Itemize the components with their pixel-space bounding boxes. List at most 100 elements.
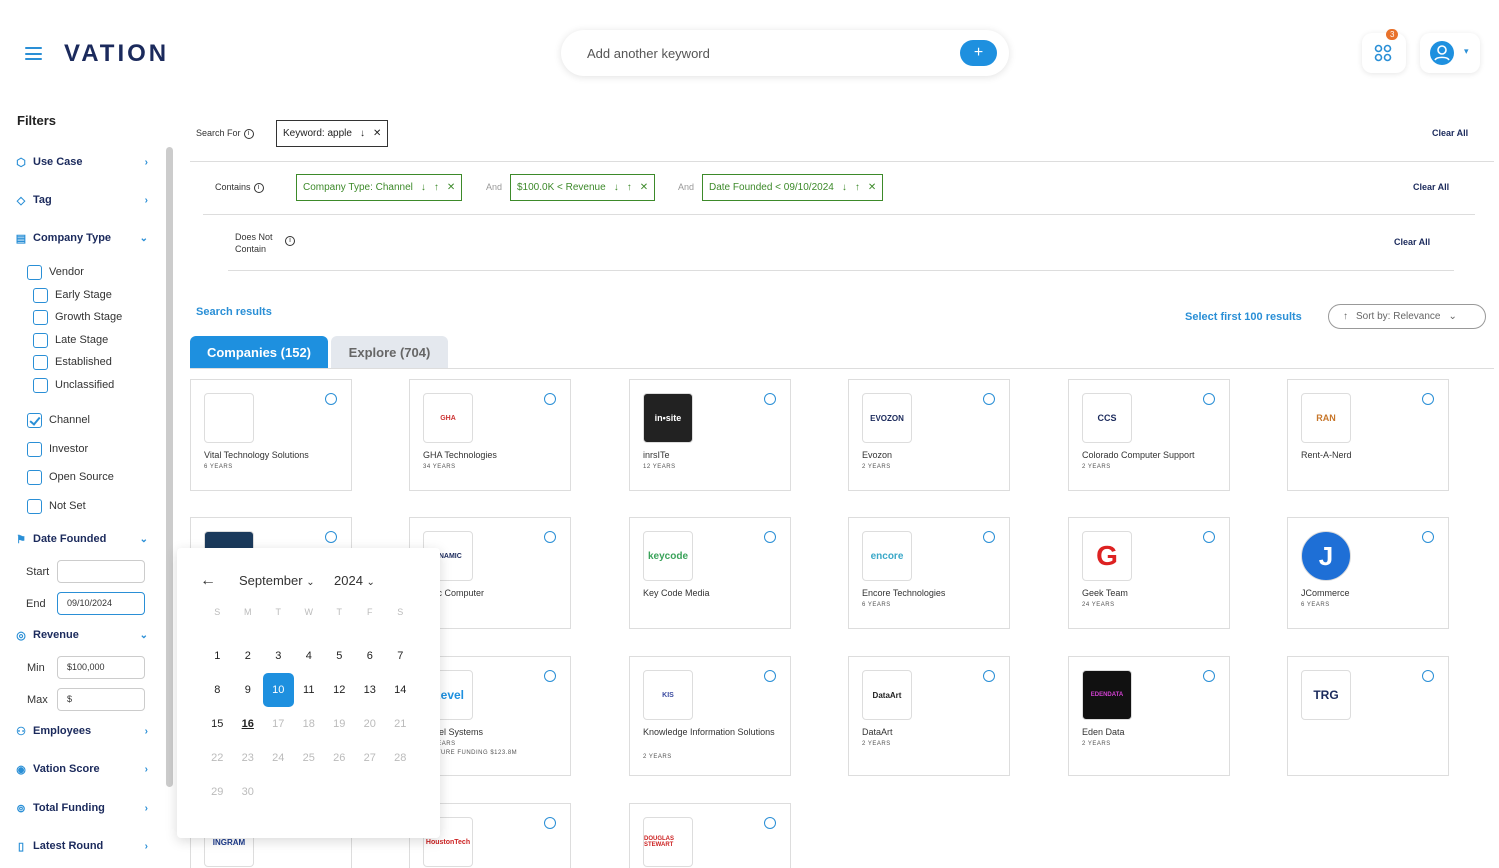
select-radio[interactable] xyxy=(764,531,776,543)
select-radio[interactable] xyxy=(1422,531,1434,543)
checkbox-established[interactable]: Established xyxy=(33,353,153,371)
checkbox[interactable] xyxy=(33,332,48,348)
tab-explore[interactable]: Explore (704) xyxy=(331,336,448,368)
arrow-up-icon[interactable]: ↑ xyxy=(434,182,439,193)
calendar-day[interactable]: 10 xyxy=(263,673,294,707)
arrow-down-icon[interactable]: ↓ xyxy=(360,128,365,139)
revenue-section[interactable]: ◎ Revenue ⌄ xyxy=(14,625,148,645)
checkbox[interactable] xyxy=(27,469,42,485)
sidebar-scrollbar[interactable] xyxy=(166,147,173,787)
keyword-search-input[interactable] xyxy=(587,30,947,76)
calendar-day[interactable]: 4 xyxy=(294,639,325,673)
checkbox-vendor[interactable]: Vendor xyxy=(27,263,147,281)
select-radio[interactable] xyxy=(544,670,556,682)
notifications-button[interactable]: 3 xyxy=(1362,29,1406,73)
company-card[interactable]: EVOZON Evozon 2 YEARS xyxy=(848,379,1010,491)
calendar-day[interactable]: 6 xyxy=(355,639,386,673)
company-card[interactable]: KIS Knowledge Information Solutions 2 YEAR… xyxy=(629,656,791,776)
checkbox-investor[interactable]: Investor xyxy=(27,440,147,458)
calendar-day[interactable]: 11 xyxy=(294,673,325,707)
company-type-section[interactable]: ▤ Company Type ⌄ xyxy=(14,228,148,248)
calendar-day[interactable]: 8 xyxy=(202,673,233,707)
checkbox-checked[interactable] xyxy=(27,412,42,428)
calendar-day[interactable]: 16 xyxy=(233,707,264,741)
user-menu-button[interactable]: ▾ xyxy=(1420,33,1480,73)
calendar-day[interactable]: 13 xyxy=(355,673,386,707)
keyword-chip[interactable]: Keyword: apple ↓ ✕ xyxy=(276,120,389,147)
select-radio[interactable] xyxy=(544,531,556,543)
select-radio[interactable] xyxy=(983,531,995,543)
date-end-field[interactable]: 09/10/2024 xyxy=(57,592,145,615)
employees-section[interactable]: ⚇ Employees › xyxy=(14,721,148,741)
select-radio[interactable] xyxy=(983,393,995,405)
add-keyword-button[interactable]: + xyxy=(960,40,997,66)
checkbox[interactable] xyxy=(33,287,48,303)
checkbox[interactable] xyxy=(27,264,42,280)
checkbox-early-stage[interactable]: Early Stage xyxy=(33,286,153,304)
close-icon[interactable]: ✕ xyxy=(373,128,381,139)
select-radio[interactable] xyxy=(764,393,776,405)
calendar-day[interactable]: 3 xyxy=(263,639,294,673)
close-icon[interactable]: ✕ xyxy=(640,182,648,193)
total-funding-section[interactable]: ⊚ Total Funding › xyxy=(14,798,148,818)
checkbox[interactable] xyxy=(33,377,48,393)
vation-logo[interactable]: VATION xyxy=(64,40,169,68)
company-card[interactable]: TRG xyxy=(1287,656,1449,776)
company-card[interactable]: J JCommerce 6 YEARS xyxy=(1287,517,1449,629)
checkbox-late-stage[interactable]: Late Stage xyxy=(33,331,153,349)
sort-dropdown[interactable]: ↑ Sort by: Relevance ⌄ xyxy=(1328,304,1486,329)
close-icon[interactable]: ✕ xyxy=(447,182,455,193)
date-start-field[interactable] xyxy=(57,560,145,583)
company-card[interactable]: EDENDATA Eden Data 2 YEARS xyxy=(1068,656,1230,776)
select-radio[interactable] xyxy=(1203,670,1215,682)
latest-round-section[interactable]: ▯ Latest Round › xyxy=(14,836,148,856)
checkbox-channel[interactable]: Channel xyxy=(27,411,147,429)
select-radio[interactable] xyxy=(544,817,556,829)
calendar-day[interactable]: 1 xyxy=(202,639,233,673)
year-select[interactable]: 2024 ⌄ xyxy=(334,573,375,588)
arrow-left-icon[interactable]: ← xyxy=(200,572,216,590)
clear-all-search-for[interactable]: Clear All xyxy=(1432,128,1468,138)
month-select[interactable]: September ⌄ xyxy=(239,573,315,588)
checkbox-open-source[interactable]: Open Source xyxy=(27,468,147,486)
date-founded-section[interactable]: ⚑ Date Founded ⌄ xyxy=(14,529,148,549)
checkbox-not-set[interactable]: Not Set xyxy=(27,497,147,515)
select-radio[interactable] xyxy=(983,670,995,682)
menu-icon[interactable] xyxy=(25,47,42,60)
arrow-down-icon[interactable]: ↓ xyxy=(842,182,847,193)
checkbox[interactable] xyxy=(27,498,42,514)
select-radio[interactable] xyxy=(1422,670,1434,682)
select-radio[interactable] xyxy=(764,670,776,682)
calendar-day[interactable]: 5 xyxy=(324,639,355,673)
select-radio[interactable] xyxy=(325,393,337,405)
tab-companies[interactable]: Companies (152) xyxy=(190,336,328,368)
select-radio[interactable] xyxy=(1422,393,1434,405)
company-card[interactable]: CCS Colorado Computer Support 2 YEARS xyxy=(1068,379,1230,491)
checkbox[interactable] xyxy=(33,354,48,370)
select-radio[interactable] xyxy=(544,393,556,405)
info-icon[interactable]: i xyxy=(243,128,254,139)
arrow-up-icon[interactable]: ↑ xyxy=(855,182,860,193)
company-card[interactable]: RAN Rent-A-Nerd xyxy=(1287,379,1449,491)
company-card[interactable]: GHA GHA Technologies 34 YEARS xyxy=(409,379,571,491)
arrow-down-icon[interactable]: ↓ xyxy=(614,182,619,193)
revenue-chip[interactable]: $100.0K < Revenue ↓ ↑ ✕ xyxy=(510,174,656,201)
tag-section[interactable]: ◇ Tag › xyxy=(14,190,148,210)
checkbox[interactable] xyxy=(33,309,48,325)
clear-all-contains[interactable]: Clear All xyxy=(1413,182,1449,192)
company-card[interactable]: VTS Vital Technology Solutions 6 YEARS xyxy=(190,379,352,491)
use-case-section[interactable]: ⬡ Use Case › xyxy=(14,152,148,172)
select-radio[interactable] xyxy=(1203,393,1215,405)
select-radio[interactable] xyxy=(764,817,776,829)
company-card[interactable]: in•site inrsITe 12 YEARS xyxy=(629,379,791,491)
arrow-up-icon[interactable]: ↑ xyxy=(627,182,632,193)
calendar-day[interactable]: 2 xyxy=(233,639,264,673)
calendar-day[interactable]: 15 xyxy=(202,707,233,741)
close-icon[interactable]: ✕ xyxy=(868,182,876,193)
select-first-100-link[interactable]: Select first 100 results xyxy=(1185,311,1302,323)
company-card[interactable]: G Geek Team 24 YEARS xyxy=(1068,517,1230,629)
checkbox-growth-stage[interactable]: Growth Stage xyxy=(33,308,153,326)
vation-score-section[interactable]: ◉ Vation Score › xyxy=(14,759,148,779)
calendar-day[interactable]: 9 xyxy=(233,673,264,707)
select-radio[interactable] xyxy=(1203,531,1215,543)
